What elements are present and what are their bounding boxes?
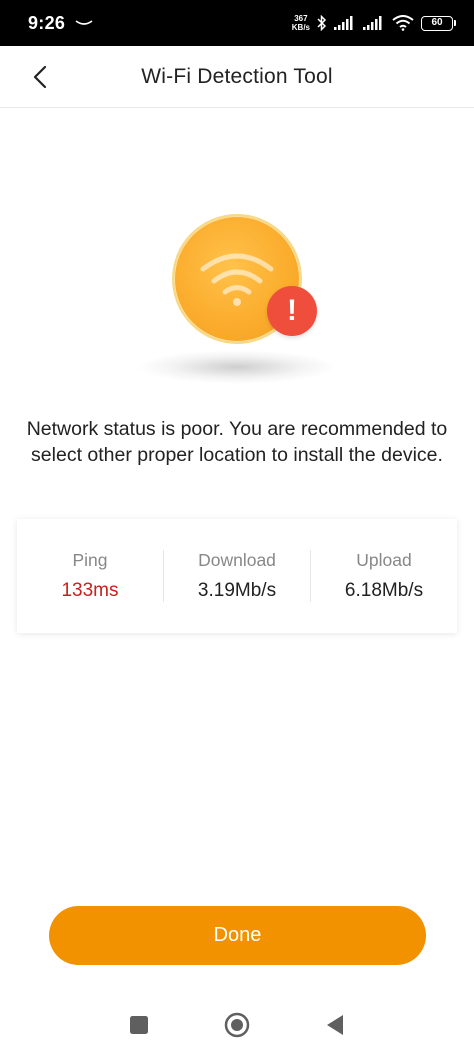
stat-upload: Upload 6.18Mb/s <box>310 550 457 602</box>
wifi-icon <box>392 15 414 31</box>
network-speed-value: 367 <box>294 14 308 23</box>
recents-square-icon <box>129 1015 149 1035</box>
bluetooth-icon <box>317 15 327 31</box>
home-button[interactable] <box>222 1010 252 1040</box>
back-button[interactable] <box>22 60 58 94</box>
battery-tip <box>454 20 456 26</box>
app-header: Wi-Fi Detection Tool <box>0 46 474 108</box>
back-nav-button[interactable] <box>320 1010 350 1040</box>
status-bar: 9:26 367 KB/s 60 <box>0 0 474 46</box>
stat-download: Download 3.19Mb/s <box>163 550 310 602</box>
notification-swipe-icon <box>75 19 93 27</box>
exclamation-icon: ! <box>287 294 297 327</box>
chevron-left-icon <box>33 65 47 89</box>
battery-icon: 60 <box>421 15 456 31</box>
wifi-icon <box>197 249 277 309</box>
illustration-shadow <box>137 350 337 384</box>
screen: 9:26 367 KB/s 60 Wi-Fi Detection Tool ! … <box>0 0 474 1053</box>
battery-level: 60 <box>421 15 453 31</box>
stat-value: 6.18Mb/s <box>344 580 424 601</box>
signal-icon <box>363 16 385 30</box>
recents-button[interactable] <box>124 1010 154 1040</box>
stat-label: Ping <box>72 550 108 570</box>
stat-label: Upload <box>356 550 412 570</box>
wifi-illustration: ! <box>0 200 474 400</box>
home-circle-icon <box>224 1012 250 1038</box>
done-button[interactable]: Done <box>49 906 426 965</box>
page-title: Wi-Fi Detection Tool <box>141 64 333 88</box>
signal-icon <box>334 16 356 30</box>
status-time: 9:26 <box>28 12 66 33</box>
network-speed-unit: KB/s <box>291 23 310 32</box>
stat-value: 3.19Mb/s <box>197 580 277 601</box>
alert-badge: ! <box>267 286 317 336</box>
back-triangle-icon <box>325 1014 345 1036</box>
network-speed: 367 KB/s <box>292 14 310 32</box>
system-nav-bar <box>0 996 474 1053</box>
speed-stats-card: Ping 133ms Download 3.19Mb/s Upload 6.18… <box>17 519 457 633</box>
stat-label: Download <box>198 550 276 570</box>
stat-ping: Ping 133ms <box>17 550 163 602</box>
network-status-message: Network status is poor. You are recommen… <box>26 418 448 466</box>
stat-value: 133ms <box>61 580 119 601</box>
status-left: 9:26 <box>28 13 93 34</box>
status-right: 367 KB/s 60 <box>292 14 456 32</box>
